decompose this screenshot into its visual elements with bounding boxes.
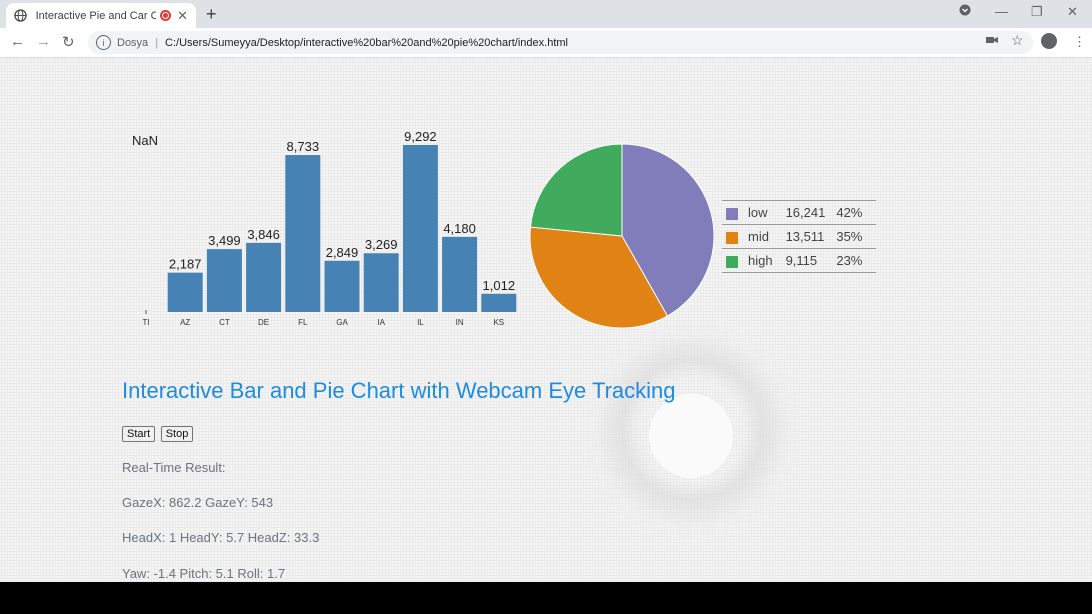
bar-value-label: 4,180 (443, 221, 476, 236)
star-icon[interactable]: ☆ (1011, 32, 1024, 49)
bar-chart-annotation: NaN (132, 133, 158, 148)
url-text: C:/Users/Sumeyya/Desktop/interactive%20b… (165, 36, 568, 49)
restore-icon[interactable]: ❐ (1031, 4, 1043, 20)
webcam-gaze-core (649, 394, 733, 478)
back-icon[interactable]: ← (10, 33, 25, 50)
bar-fl[interactable] (285, 155, 321, 312)
tab-strip: Interactive Pie and Car Chart ✕ + — ❐ ✕ (0, 0, 1092, 28)
browser-tab[interactable]: Interactive Pie and Car Chart ✕ (6, 3, 196, 28)
bar-value-label: 9,292 (404, 129, 437, 144)
legend-swatch (726, 255, 738, 268)
realtime-label: Real-Time Result: (122, 460, 226, 475)
profile-icon[interactable] (1041, 33, 1057, 49)
x-tick-label: DE (258, 318, 269, 327)
forward-icon[interactable]: → (36, 33, 51, 50)
legend-row-high[interactable]: high 9,115 23% (722, 248, 877, 273)
bar-de[interactable] (246, 242, 282, 312)
legend-swatch-cell (722, 248, 745, 273)
x-tick-label: TI (142, 318, 149, 327)
gaze-readout: GazeX: 862.2 GazeY: 543 (122, 495, 274, 510)
globe-icon (14, 9, 28, 23)
head-readout: HeadX: 1 HeadY: 5.7 HeadZ: 33.3 (122, 530, 320, 545)
bar-in[interactable] (442, 236, 478, 312)
bar-ia[interactable] (363, 253, 399, 312)
bar-il[interactable] (402, 145, 438, 312)
legend-value: 13,511 (775, 224, 829, 249)
bar-value-label: 3,499 (208, 233, 241, 248)
legend-percent: 42% (828, 200, 877, 225)
page-content: NaN TI 2,187 AZ 3,499 CT 3,846 DE 8,733 FL 2,849 G… (0, 58, 1092, 582)
x-tick-label: CT (219, 318, 230, 327)
bar-value-label: 8,733 (287, 139, 320, 154)
stop-button[interactable]: Stop (160, 426, 194, 442)
bar-value-label: 2,187 (169, 257, 202, 272)
pie-slice-high[interactable] (529, 143, 623, 237)
bar-value-label: 3,269 (365, 237, 398, 252)
bar-az[interactable] (167, 272, 203, 312)
pie-chart (529, 143, 715, 329)
legend-label: high (745, 248, 776, 273)
tracking-controls: Start Stop (122, 424, 194, 442)
minimize-icon[interactable]: — (995, 4, 1008, 19)
x-tick-label: AZ (180, 318, 190, 327)
legend-swatch-cell (722, 200, 745, 225)
close-icon[interactable]: ✕ (177, 8, 188, 24)
bar-chart: TI 2,187 AZ 3,499 CT 3,846 DE 8,733 FL 2,849 GA 3,2… (142, 129, 517, 327)
legend-row-mid[interactable]: mid 13,511 35% (722, 224, 877, 249)
x-tick-label: FL (298, 318, 308, 327)
taskbar (0, 582, 1092, 614)
bar-ga[interactable] (324, 260, 360, 312)
menu-icon[interactable]: ⋮ (1073, 34, 1086, 50)
x-tick-label: IA (377, 318, 385, 327)
x-tick-label: KS (493, 318, 504, 327)
legend-value: 9,115 (775, 248, 829, 273)
start-button[interactable]: Start (122, 426, 156, 442)
charts-area: NaN TI 2,187 AZ 3,499 CT 3,846 DE 8,733 FL 2,849 G… (132, 129, 715, 329)
x-tick-label: IN (456, 318, 464, 327)
new-tab-button[interactable]: + (206, 4, 217, 25)
bar-value-label: 1,012 (483, 278, 516, 293)
legend-row-low[interactable]: low 16,241 42% (722, 200, 877, 225)
address-separator: | (155, 36, 159, 49)
info-icon[interactable]: i (96, 35, 111, 50)
legend-label: mid (745, 224, 776, 249)
tab-search-icon[interactable] (959, 4, 971, 19)
bar-value-label: 3,846 (247, 227, 280, 242)
legend-value: 16,241 (775, 200, 829, 225)
legend-label: low (745, 200, 776, 225)
bar-ct[interactable] (206, 249, 242, 312)
bar-ks[interactable] (481, 293, 517, 312)
orientation-readout: Yaw: -1.4 Pitch: 5.1 Roll: 1.7 (122, 566, 286, 581)
reload-icon[interactable]: ↻ (62, 33, 75, 51)
address-bar[interactable]: i Dosya | C:/Users/Sumeyya/Desktop/inter… (88, 31, 1033, 54)
x-tick-label: IL (417, 318, 424, 327)
site-label: Dosya (117, 36, 149, 49)
browser-toolbar: ← → ↻ i Dosya | C:/Users/Sumeyya/Desktop… (0, 28, 1092, 58)
legend-swatch (726, 231, 738, 244)
camera-icon[interactable] (986, 34, 998, 48)
legend-percent: 23% (828, 248, 877, 273)
tab-title: Interactive Pie and Car Chart (35, 9, 157, 22)
x-tick-label: GA (336, 318, 348, 327)
page-title: Interactive Bar and Pie Chart with Webca… (122, 378, 676, 403)
window-close-icon[interactable]: ✕ (1067, 4, 1078, 20)
bar-value-label: 2,849 (326, 245, 359, 260)
recording-icon (160, 10, 172, 21)
legend-swatch-cell (722, 224, 745, 249)
legend-swatch (726, 207, 738, 220)
legend-percent: 35% (828, 224, 877, 249)
pie-legend: low 16,241 42% mid 13,511 35% high 9,115 23% (722, 200, 877, 273)
